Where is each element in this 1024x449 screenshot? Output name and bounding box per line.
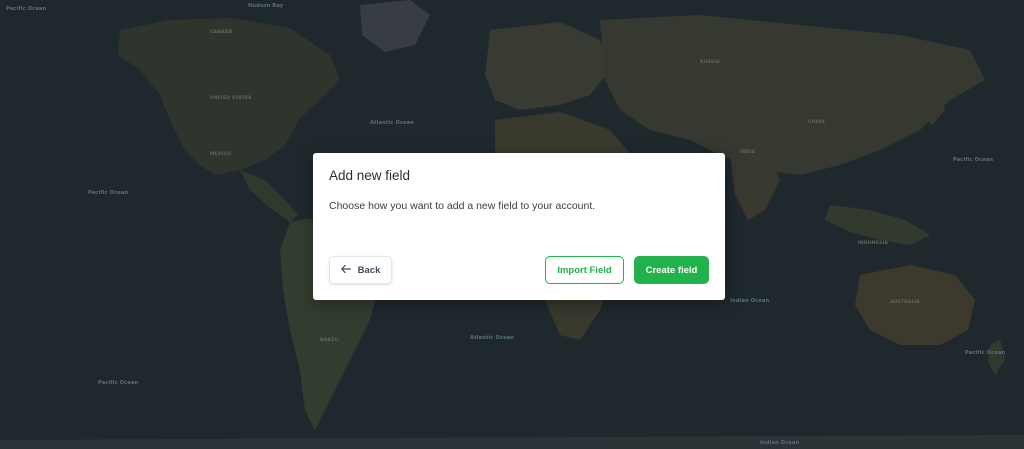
back-button[interactable]: Back	[329, 256, 392, 284]
create-field-button-label: Create field	[645, 264, 698, 276]
back-button-label: Back	[357, 264, 381, 276]
import-field-button-label: Import Field	[557, 264, 612, 276]
add-field-dialog: Add new field Choose how you want to add…	[313, 153, 725, 300]
dialog-description: Choose how you want to add a new field t…	[329, 200, 596, 212]
create-field-button[interactable]: Create field	[634, 256, 709, 284]
import-field-button[interactable]: Import Field	[545, 256, 624, 284]
dialog-title: Add new field	[329, 168, 411, 183]
arrow-left-icon	[340, 264, 351, 276]
